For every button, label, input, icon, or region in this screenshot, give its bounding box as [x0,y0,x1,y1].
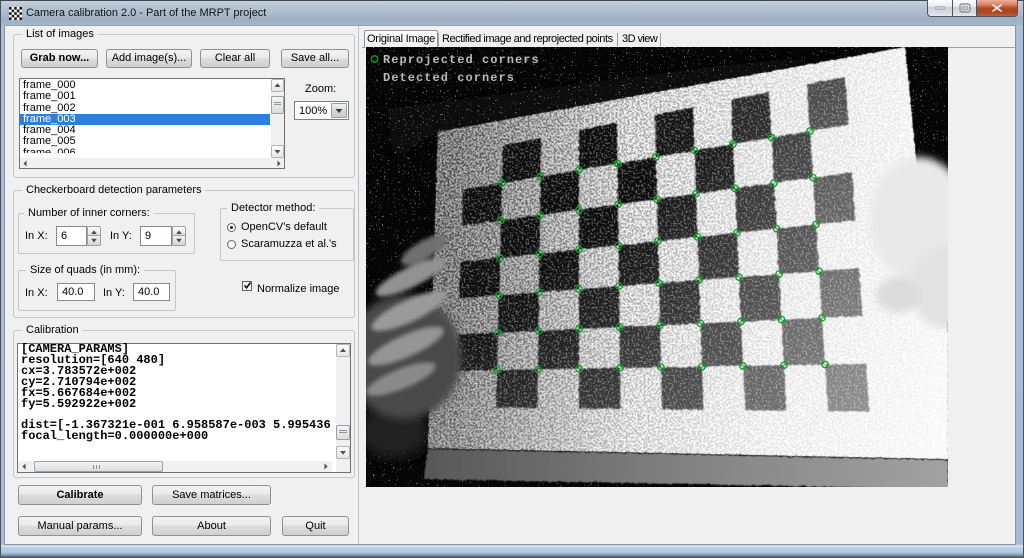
svg-text:Detected corners: Detected corners [383,71,515,85]
svg-text:Reprojected corners: Reprojected corners [383,53,540,67]
